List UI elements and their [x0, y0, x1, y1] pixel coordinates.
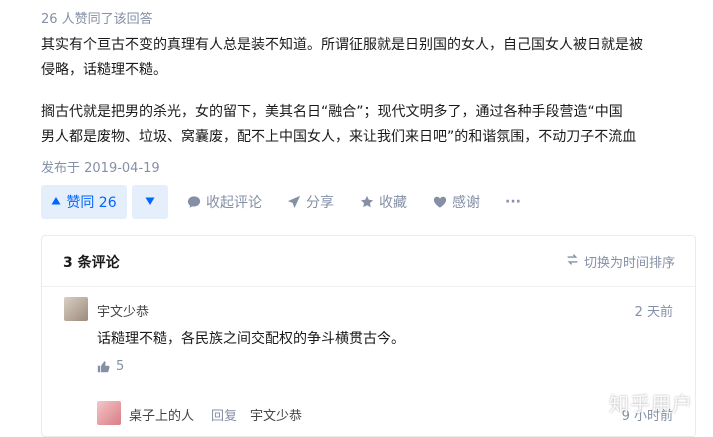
more-button[interactable]: ···: [505, 185, 521, 219]
downvote-button[interactable]: [132, 185, 168, 219]
triangle-down-icon: [145, 196, 155, 209]
thanks-button[interactable]: 感谢: [433, 185, 480, 219]
voters-count: 26 人赞同了该回答: [41, 12, 153, 27]
comments-panel: 3 条评论 切换为时间排序 宇文少恭 2 天前 话糙理不糙，各民族之间交配权的争…: [41, 235, 696, 437]
heart-icon: [433, 196, 447, 208]
avatar[interactable]: [64, 297, 88, 321]
watermark: 知乎用户: [609, 392, 693, 416]
comment-time: 2 天前: [634, 305, 673, 320]
answer-paragraph-1-line-1: 其实有个亘古不变的真理有人总是装不知道。所谓征服就是日别国的女人，自己国女人被日…: [41, 37, 643, 53]
reply-author[interactable]: 桌子上的人: [129, 405, 194, 424]
comments-header: 3 条评论 切换为时间排序: [42, 236, 695, 287]
thumbs-up-icon: [97, 361, 110, 373]
more-dots-icon: ···: [505, 194, 521, 210]
sort-toggle-label: 切换为时间排序: [583, 256, 675, 271]
swap-icon: [566, 253, 579, 270]
favorite-label: 收藏: [379, 195, 407, 211]
collapse-comments-button[interactable]: 收起评论: [187, 185, 262, 219]
answer-actions: 赞同 26 收起评论 分享 收藏 感谢 ···: [41, 185, 701, 221]
comment-author[interactable]: 宇文少恭: [97, 301, 149, 320]
share-label: 分享: [306, 195, 334, 211]
comment-icon: [187, 196, 201, 208]
collapse-comments-label: 收起评论: [206, 195, 262, 211]
favorite-button[interactable]: 收藏: [360, 185, 407, 219]
reply-target[interactable]: 宇文少恭: [250, 405, 302, 424]
triangle-up-icon: [51, 194, 61, 210]
reply-label: 回复: [211, 409, 238, 424]
comment-text: 话糙理不糙，各民族之间交配权的争斗横贯古今。: [97, 331, 405, 347]
answer-paragraph-1: 其实有个亘古不变的真理有人总是装不知道。所谓征服就是日别国的女人，自己国女人被日…: [41, 33, 701, 83]
answer-paragraph-2-line-1: 搁古代就是把男的杀光，女的留下，美其名日“融合”；现代文明多了，通过各种手段营造…: [41, 104, 623, 120]
comment-like-button[interactable]: 5: [97, 359, 124, 374]
comments-title: 3 条评论: [63, 255, 120, 271]
upvote-label: 赞同 26: [66, 195, 117, 211]
avatar[interactable]: [97, 401, 121, 425]
star-icon: [360, 195, 374, 208]
answer-paragraph-2-line-2: 男人都是废物、垃圾、窝囊废，配不上中国女人，来让我们来日吧”的和谐氛围，不动刀子…: [41, 129, 637, 145]
answer-paragraph-2: 搁古代就是把男的杀光，女的留下，美其名日“融合”；现代文明多了，通过各种手段营造…: [41, 100, 701, 150]
comment-like-count: 5: [116, 359, 125, 374]
publish-date[interactable]: 发布于 2019-04-19: [41, 157, 160, 176]
answer-paragraph-1-line-2: 侵略，话糙理不糙。: [41, 62, 167, 78]
sort-toggle-button[interactable]: 切换为时间排序: [566, 252, 675, 271]
share-button[interactable]: 分享: [287, 185, 334, 219]
send-icon: [287, 195, 301, 209]
thanks-label: 感谢: [452, 195, 480, 211]
upvote-button[interactable]: 赞同 26: [41, 185, 127, 219]
